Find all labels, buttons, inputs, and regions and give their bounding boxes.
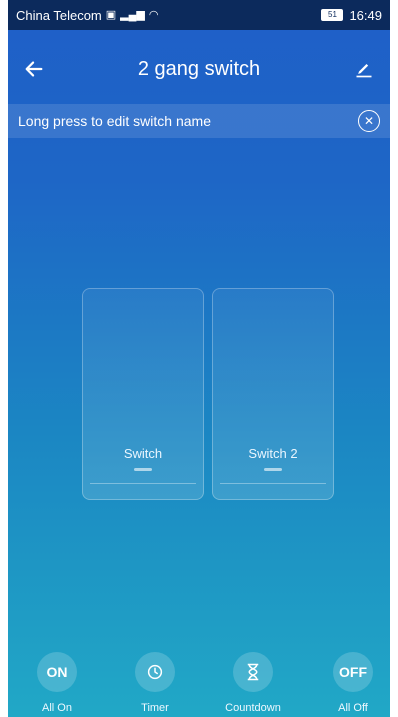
switch-panel: Switch Switch 2 [82,288,334,500]
timer-label: Timer [141,702,169,714]
switch-2-button[interactable]: Switch 2 [212,288,334,500]
switch-1-indicator [134,468,152,471]
all-off-label: All Off [338,702,368,714]
hourglass-icon[interactable] [233,652,273,692]
off-icon[interactable]: OFF [333,652,373,692]
all-on-label: All On [42,702,72,714]
back-arrow-icon[interactable] [20,55,48,83]
switch-2-divider [220,483,326,484]
app-screen: China Telecom ▣ ▂▄▆ ◠ 51 16:49 2 gang sw… [8,0,390,717]
edit-pencil-icon[interactable] [350,55,378,83]
countdown-label: Countdown [225,702,281,714]
hd-icon: ▣ [105,8,117,21]
on-icon[interactable]: ON [37,652,77,692]
clock-time: 16:49 [349,7,382,23]
countdown-action[interactable]: Countdown [218,652,288,714]
switch-2-indicator [264,468,282,471]
switch-2-label: Switch 2 [248,446,298,461]
switch-1-button[interactable]: Switch [82,288,204,500]
hint-banner: Long press to edit switch name ✕ [8,104,390,138]
top-app-bar: 2 gang switch [8,30,390,108]
clock-icon[interactable] [135,652,175,692]
battery-icon: 51 [321,9,344,21]
signal-icon: ▂▄▆ [120,8,145,21]
close-icon[interactable]: ✕ [358,110,380,132]
timer-action[interactable]: Timer [120,652,190,714]
page-title: 2 gang switch [137,57,261,80]
switch-1-divider [90,483,196,484]
all-off-action[interactable]: OFF All Off [318,652,388,714]
wifi-icon: ◠ [148,8,159,21]
status-bar: China Telecom ▣ ▂▄▆ ◠ 51 16:49 [8,0,390,30]
carrier-name: China Telecom [16,7,102,23]
bottom-action-bar: ON All On Timer Countdown OFF All Off [8,652,390,717]
switch-1-label: Switch [123,446,163,461]
all-on-action[interactable]: ON All On [22,652,92,714]
hint-text: Long press to edit switch name [18,113,211,129]
device-frame: China Telecom ▣ ▂▄▆ ◠ 51 16:49 2 gang sw… [0,0,398,717]
